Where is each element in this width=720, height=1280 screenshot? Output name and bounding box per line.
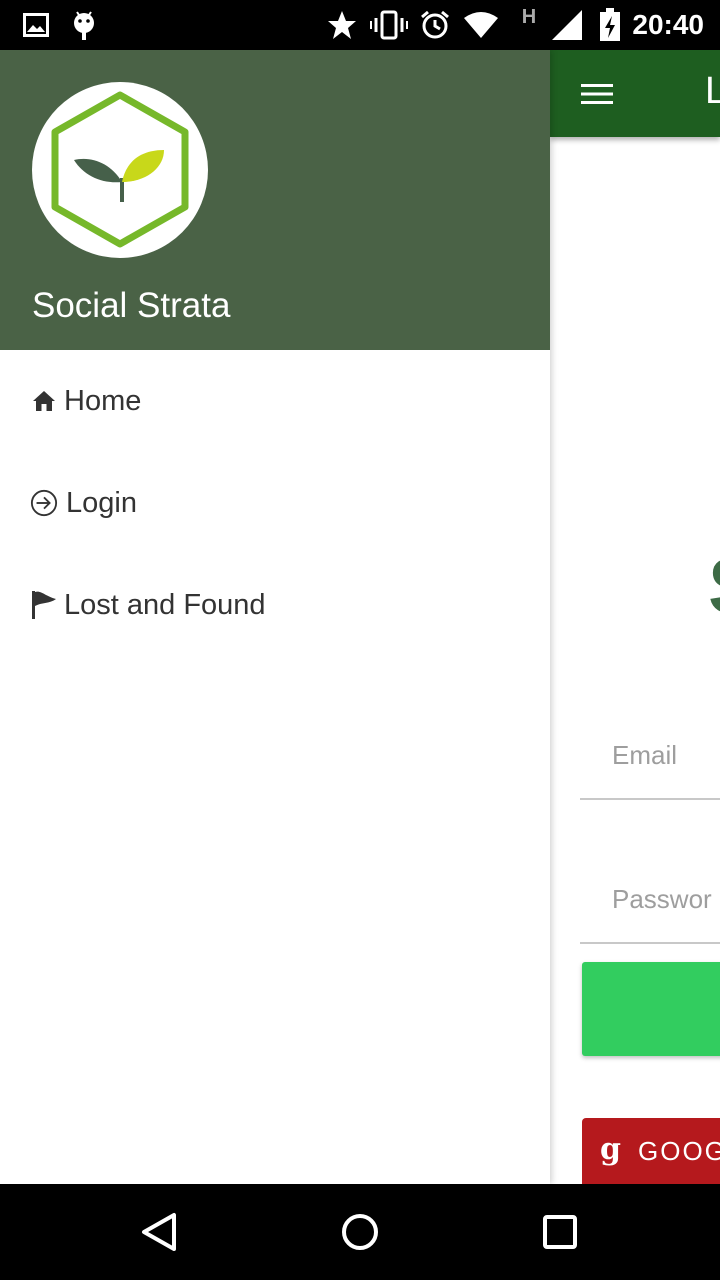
login-heading: S — [708, 540, 720, 632]
android-icon — [70, 0, 98, 50]
nav-item-login[interactable]: Login — [0, 452, 550, 554]
network-type-label: H — [521, 6, 537, 28]
email-field[interactable]: Email — [580, 720, 720, 800]
menu-icon[interactable] — [572, 74, 622, 114]
status-bar: H 20:40 — [0, 0, 720, 50]
nav-item-label: Home — [64, 384, 142, 417]
vibrate-icon — [370, 0, 408, 50]
nav-item-label: Lost and Found — [64, 588, 266, 621]
password-field[interactable]: Passwor — [580, 864, 720, 944]
flag-icon — [30, 589, 58, 621]
star-icon — [326, 0, 358, 50]
home-icon — [30, 385, 58, 417]
nav-item-home[interactable]: Home — [0, 350, 550, 452]
image-icon — [22, 0, 50, 50]
nav-item-lost-and-found[interactable]: Lost and Found — [0, 554, 550, 656]
alarm-icon — [418, 0, 452, 50]
sprout-logo-icon — [51, 91, 189, 248]
google-button-label: GOOG — [638, 1136, 720, 1166]
login-screen: L S Email Passwor g GOOG — [550, 50, 720, 1184]
google-login-button[interactable]: g GOOG — [582, 1118, 720, 1184]
login-icon — [30, 487, 58, 519]
system-navigation-bar — [0, 1184, 720, 1280]
google-icon: g — [600, 1132, 621, 1167]
login-button[interactable] — [582, 962, 720, 1056]
signal-icon — [550, 0, 584, 50]
status-time: 20:40 — [632, 9, 704, 40]
navigation-drawer: Social Strata Home Login Lost and Found — [0, 50, 550, 1184]
email-placeholder: Email — [612, 740, 678, 770]
nav-item-label: Login — [66, 486, 137, 519]
home-button-icon[interactable] — [330, 1202, 390, 1262]
app-logo — [32, 82, 208, 258]
wifi-icon — [462, 0, 500, 50]
back-icon[interactable] — [130, 1202, 190, 1262]
drawer-app-name: Social Strata — [32, 286, 231, 325]
recents-icon[interactable] — [530, 1202, 590, 1262]
battery-charging-icon — [598, 0, 622, 50]
app-toolbar: L — [550, 50, 720, 137]
password-placeholder: Passwor — [612, 884, 712, 914]
drawer-header: Social Strata — [0, 50, 550, 350]
toolbar-title: L — [705, 70, 720, 112]
